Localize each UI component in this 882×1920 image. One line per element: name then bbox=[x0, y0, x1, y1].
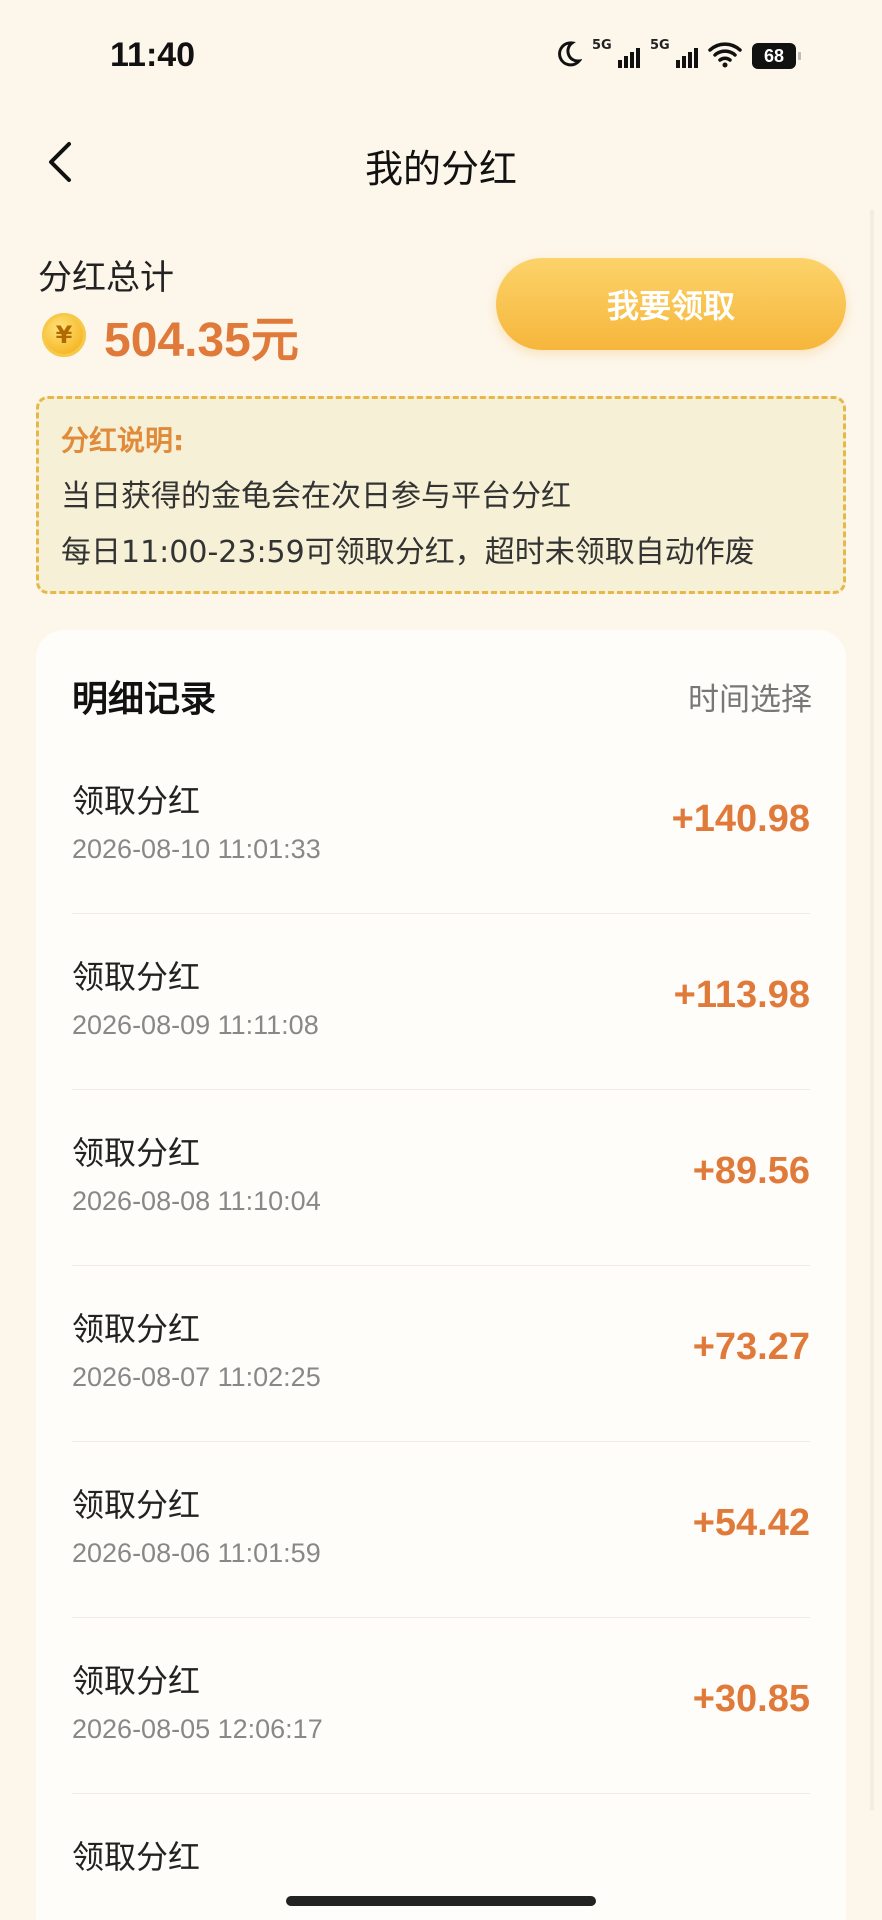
wifi-icon bbox=[708, 40, 742, 72]
scrollbar[interactable] bbox=[870, 210, 874, 1810]
coin-icon: ¥ bbox=[42, 313, 86, 357]
record-title: 领取分红 bbox=[72, 1134, 201, 1172]
notice-line: 当日获得的金龟会在次日参与平台分红 bbox=[61, 479, 571, 514]
records-title: 明细记录 bbox=[72, 679, 217, 720]
page-title: 我的分红 bbox=[364, 147, 517, 191]
record-amount: +113.98 bbox=[673, 974, 810, 1016]
record-date: 2026-08-10 11:01:33 bbox=[72, 834, 321, 864]
record-title: 领取分红 bbox=[72, 958, 201, 996]
dividend-total-label: 分红总计 bbox=[38, 258, 174, 298]
record-row: 领取分红 2026-08-08 11:10:04 +89.56 bbox=[72, 1090, 810, 1266]
nav-bar: 我的分红 bbox=[0, 110, 882, 210]
status-icons: 5G 5G 68 bbox=[554, 38, 801, 74]
record-row: 领取分红 2026-08-10 11:01:33 +140.98 bbox=[72, 738, 810, 914]
cellular-signal-icon: 5G bbox=[592, 38, 640, 68]
records-panel: 明细记录 时间选择 领取分红 2026-08-10 11:01:33 +140.… bbox=[36, 630, 846, 1920]
record-amount: +30.85 bbox=[692, 1678, 810, 1720]
record-amount: +140.98 bbox=[671, 798, 810, 840]
record-amount: +89.56 bbox=[692, 1150, 810, 1192]
record-title: 领取分红 bbox=[72, 782, 201, 820]
record-row: 领取分红 2026-08-06 11:01:59 +54.42 bbox=[72, 1442, 810, 1618]
record-date: 2026-08-08 11:10:04 bbox=[72, 1186, 321, 1216]
dividend-notice: 分红说明: 当日获得的金龟会在次日参与平台分红 每日11:00-23:59可领取… bbox=[36, 396, 846, 594]
records-header: 明细记录 时间选择 bbox=[36, 630, 846, 750]
record-amount: +73.27 bbox=[692, 1326, 810, 1368]
record-row: 领取分红 2026-08-05 12:06:17 +30.85 bbox=[72, 1618, 810, 1794]
record-date: 2026-08-05 12:06:17 bbox=[72, 1714, 323, 1744]
record-amount: +54.42 bbox=[692, 1502, 810, 1544]
claim-button[interactable]: 我要领取 bbox=[496, 258, 846, 350]
record-date: 2026-08-06 11:01:59 bbox=[72, 1538, 321, 1568]
notice-line: 每日11:00-23:59可领取分红，超时未领取自动作废 bbox=[61, 535, 755, 570]
record-date: 2026-08-09 11:11:08 bbox=[72, 1010, 319, 1040]
record-title: 领取分红 bbox=[72, 1838, 201, 1876]
record-row: 领取分红 2026-08-09 11:11:08 +113.98 bbox=[72, 914, 810, 1090]
cellular-signal-icon-2: 5G bbox=[650, 38, 698, 68]
record-date: 2026-08-07 11:02:25 bbox=[72, 1362, 321, 1392]
record-title: 领取分红 bbox=[72, 1486, 201, 1524]
status-bar: 11:40 5G 5G 68 bbox=[0, 0, 882, 110]
record-row: 领取分红 2026-08-07 11:02:25 +73.27 bbox=[72, 1266, 810, 1442]
dividend-total: ¥ 504.35元 bbox=[42, 300, 299, 370]
time-filter-button[interactable]: 时间选择 bbox=[688, 674, 812, 719]
notice-title: 分红说明: bbox=[61, 424, 185, 457]
battery-icon: 68 bbox=[752, 43, 801, 69]
home-indicator[interactable] bbox=[286, 1896, 596, 1906]
moon-icon bbox=[554, 40, 583, 72]
dividend-total-amount: 504.35元 bbox=[104, 314, 299, 367]
record-title: 领取分红 bbox=[72, 1662, 201, 1700]
status-time: 11:40 bbox=[110, 36, 196, 74]
record-title: 领取分红 bbox=[72, 1310, 201, 1348]
